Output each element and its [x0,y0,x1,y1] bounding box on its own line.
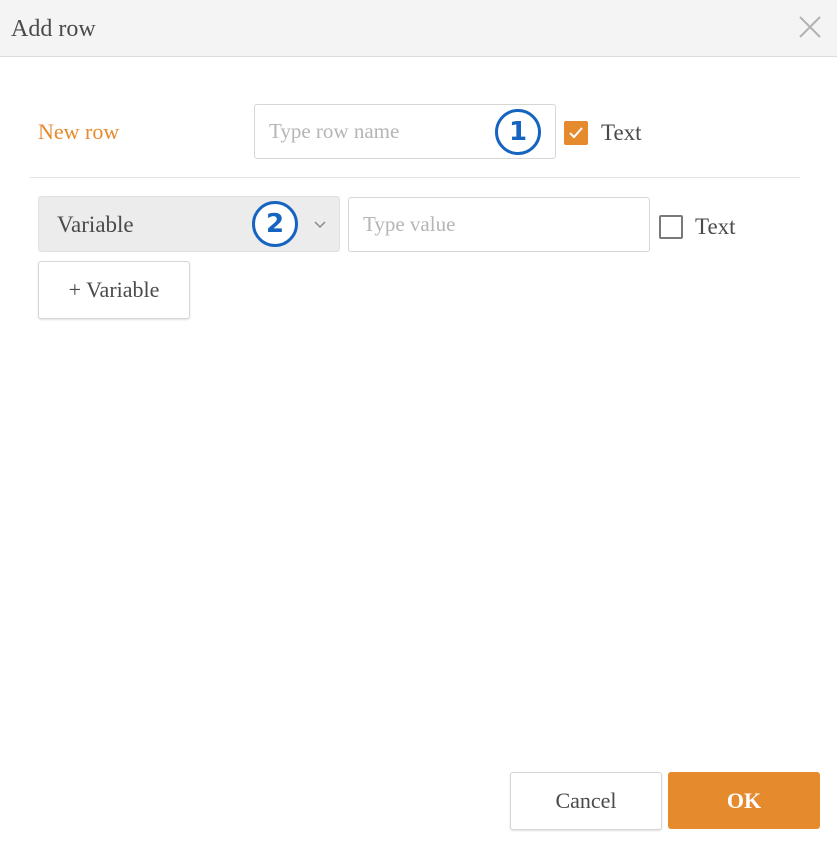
callout-badge-1: 1 [495,109,541,155]
new-row-label: New row [38,119,120,144]
cancel-button[interactable]: Cancel [510,772,662,830]
callout-badge-2: 2 [252,201,298,247]
checkmark-icon [569,127,583,139]
variable-text-checkbox-label: Text [695,214,736,239]
variable-select-value: Variable [57,212,134,237]
dialog-title: Add row [11,16,96,42]
ok-button[interactable]: OK [668,772,820,829]
add-variable-button[interactable]: + Variable [38,261,190,319]
row-text-checkbox[interactable] [564,121,588,145]
section-divider [30,177,800,178]
variable-value-input[interactable] [348,197,650,252]
dialog-header: Add row [0,0,837,57]
close-icon [799,16,821,38]
add-row-dialog: Add row New row 1 Text Variable 2 Text +… [0,0,837,843]
chevron-down-icon [314,221,326,229]
row-text-checkbox-label: Text [601,120,642,145]
variable-text-checkbox[interactable] [659,215,683,239]
close-button[interactable] [797,14,823,40]
